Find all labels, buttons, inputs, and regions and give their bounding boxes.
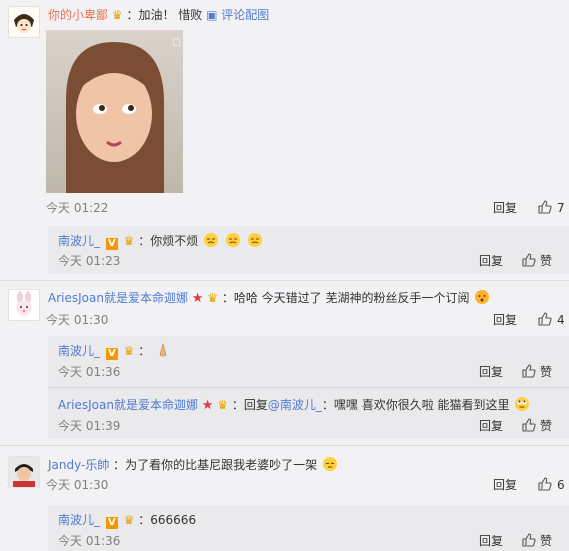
reply-username[interactable]: 南波儿_ <box>58 344 100 358</box>
reply-button[interactable]: 回复 <box>493 476 517 494</box>
thumbs-up-icon[interactable] <box>522 253 536 267</box>
comment-text: ：哈哈 今天错过了 芜湖神的粉丝反手一个订阅 <box>221 291 470 305</box>
reply-box: 南波儿_ V ♛ ：你烦不烦 今天 01:23 回复 赞 <box>48 226 569 274</box>
member-crown-icon: ♛ <box>111 8 123 22</box>
reply-text: ：你烦不烦 <box>138 234 199 248</box>
reply-prefix: ：回复 <box>231 398 268 412</box>
reply-divider <box>48 387 569 388</box>
comment-item: AriesJoan就是爱本命迦娜 ★ ♛ ：哈哈 今天错过了 芜湖神的粉丝反手一… <box>0 281 569 439</box>
comment-line: Jandy-乐帥 ：为了看你的比基尼跟我老婆吵了一架 <box>48 455 559 475</box>
annoyed-face-icon <box>247 233 262 247</box>
folded-hands-icon <box>159 342 167 357</box>
reply-time: 今天 01:23 <box>58 254 121 268</box>
thumbs-up-icon[interactable] <box>522 364 536 378</box>
thumbs-up-icon[interactable] <box>538 312 552 326</box>
thumbs-up-icon[interactable] <box>538 477 552 491</box>
thumbs-up-icon[interactable] <box>538 200 552 214</box>
reply-box: 南波儿_ V ♛ ： 今天 01:36 回复 赞 AriesJoan就是爱本命迦… <box>48 336 569 439</box>
reply-button[interactable]: 回复 <box>479 363 503 381</box>
member-crown-icon: ♛ <box>207 291 219 305</box>
thumbs-up-icon[interactable] <box>522 418 536 432</box>
like-count: 4 <box>557 313 565 327</box>
comment-username[interactable]: AriesJoan就是爱本命迦娜 <box>48 291 188 305</box>
reply-text: ：嘿嘿 喜欢你很久啦 能猫看到这里 <box>321 398 510 412</box>
reply-button[interactable]: 回复 <box>493 311 517 329</box>
comment-username[interactable]: Jandy-乐帥 <box>48 458 109 472</box>
like-count: 6 <box>557 478 565 492</box>
eye-roll-face-icon <box>515 397 530 411</box>
comment-time: 今天 01:30 <box>46 313 109 327</box>
thumbs-up-icon[interactable] <box>522 533 536 547</box>
reply-button[interactable]: 回复 <box>479 532 503 550</box>
reply-time: 今天 01:39 <box>58 419 121 433</box>
comment-time: 今天 01:22 <box>46 201 109 215</box>
reply-text: ：666666 <box>138 513 197 527</box>
image-watermark-icon: ☐ <box>172 38 181 49</box>
like-count: 7 <box>557 201 565 215</box>
avatar[interactable] <box>8 289 40 321</box>
like-label[interactable]: 赞 <box>540 417 552 435</box>
reply-username[interactable]: 南波儿_ <box>58 513 100 527</box>
star-icon: ★ <box>191 291 204 306</box>
like-label[interactable]: 赞 <box>540 252 552 270</box>
comment-username[interactable]: 你的小卑鄙 <box>48 8 108 22</box>
avatar[interactable] <box>8 456 40 488</box>
comment-item: Jandy-乐帥 ：为了看你的比基尼跟我老婆吵了一架 今天 01:30 回复 6… <box>0 446 569 551</box>
annoyed-face-icon <box>225 233 240 247</box>
reply-text: ： <box>138 344 151 358</box>
reply-time: 今天 01:36 <box>58 534 121 548</box>
comment-feed: 你的小卑鄙 ♛ ：加油！ 惜败 ▣ 评论配图 ☐ 今天 01:22 回复 7 南… <box>0 0 569 551</box>
surprised-face-icon <box>475 290 490 304</box>
reply-button[interactable]: 回复 <box>479 252 503 270</box>
like-label[interactable]: 赞 <box>540 363 552 381</box>
member-crown-icon: ♛ <box>217 398 229 412</box>
reply-button[interactable]: 回复 <box>479 417 503 435</box>
verified-badge: V <box>105 348 118 360</box>
comment-line: AriesJoan就是爱本命迦娜 ★ ♛ ：哈哈 今天错过了 芜湖神的粉丝反手一… <box>48 288 559 308</box>
star-icon: ★ <box>201 398 214 413</box>
reply-line: 南波儿_ V ♛ ：你烦不烦 <box>58 231 559 251</box>
reply-line: 南波儿_ V ♛ ： <box>58 341 559 361</box>
verified-badge: V <box>105 238 118 250</box>
reply-username[interactable]: AriesJoan就是爱本命迦娜 <box>58 398 198 412</box>
reply-username[interactable]: 南波儿_ <box>58 234 100 248</box>
comment-image[interactable]: ☐ <box>46 30 183 193</box>
verified-badge: V <box>105 517 118 529</box>
comment-text: ：为了看你的比基尼跟我老婆吵了一架 <box>113 458 318 472</box>
comment-item: 你的小卑鄙 ♛ ：加油！ 惜败 ▣ 评论配图 ☐ 今天 01:22 回复 7 南… <box>0 0 569 274</box>
comment-text: ：加油！ 惜败 <box>126 8 203 22</box>
comment-line: 你的小卑鄙 ♛ ：加油！ 惜败 ▣ 评论配图 <box>48 5 559 25</box>
mention-link[interactable]: @南波儿_ <box>268 398 322 412</box>
reply-line: AriesJoan就是爱本命迦娜 ★ ♛ ：回复@南波儿_：嘿嘿 喜欢你很久啦 … <box>58 395 559 415</box>
like-label[interactable]: 赞 <box>540 532 552 550</box>
avatar[interactable] <box>8 6 40 38</box>
member-crown-icon: ♛ <box>123 344 135 358</box>
image-icon[interactable]: ▣ <box>206 8 217 22</box>
member-crown-icon: ♛ <box>123 513 135 527</box>
image-link[interactable]: 评论配图 <box>221 8 269 22</box>
reply-box: 南波儿_ V ♛ ：666666 今天 01:36 回复 赞 <box>48 505 569 551</box>
sleepy-face-icon <box>323 457 338 471</box>
comment-time: 今天 01:30 <box>46 478 109 492</box>
reply-button[interactable]: 回复 <box>493 199 517 217</box>
annoyed-face-icon <box>204 233 219 247</box>
reply-line: 南波儿_ V ♛ ：666666 <box>58 510 559 530</box>
member-crown-icon: ♛ <box>123 234 135 248</box>
reply-time: 今天 01:36 <box>58 365 121 379</box>
